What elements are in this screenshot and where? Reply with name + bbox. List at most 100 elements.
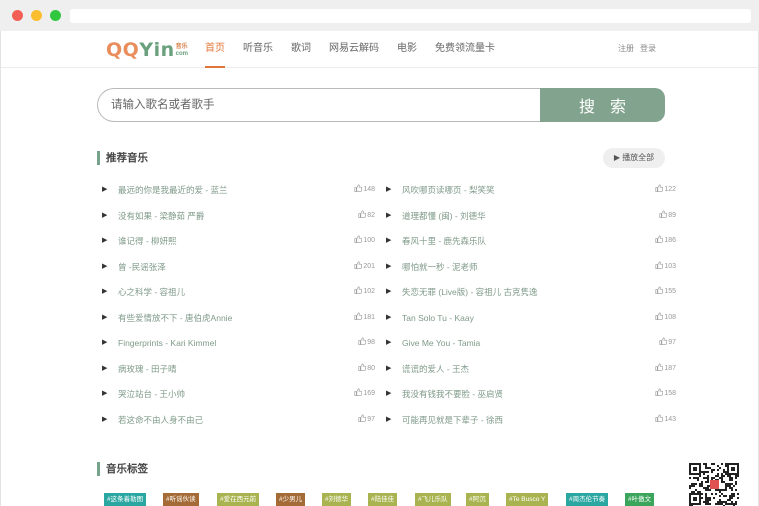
like-count[interactable]: 80 — [358, 361, 375, 377]
search-button[interactable]: 搜 索 — [540, 88, 665, 122]
tag-item[interactable]: #这条着勒图 — [104, 493, 147, 506]
song-item[interactable]: ▶ 没有如果 - 梁静茹 严爵 82 — [102, 208, 375, 224]
tag-item[interactable]: #阿沉 — [466, 493, 489, 506]
like-count[interactable]: 143 — [655, 412, 676, 428]
tag-item[interactable]: #刘德华 — [322, 493, 352, 506]
play-icon[interactable]: ▶ — [102, 182, 107, 198]
tag-item[interactable]: #飞儿乐队 — [415, 493, 451, 506]
play-icon[interactable]: ▶ — [386, 208, 391, 224]
song-title[interactable]: 谎谎的爱人 - 王杰 — [402, 361, 469, 377]
play-icon[interactable]: ▶ — [102, 310, 107, 326]
song-title[interactable]: 有些爱情放不下 - 唐伯虎Annie — [118, 310, 232, 326]
like-count[interactable]: 82 — [358, 208, 375, 224]
play-icon[interactable]: ▶ — [386, 386, 391, 402]
play-icon[interactable]: ▶ — [386, 361, 391, 377]
song-item[interactable]: ▶ 心之科学 - 容祖儿 102 — [102, 284, 375, 300]
song-item[interactable]: ▶ 谎谎的爱人 - 王杰 187 — [386, 361, 676, 377]
nav-item[interactable]: 首页 — [205, 31, 225, 68]
song-item[interactable]: ▶ Fingerprints - Kari Kimmel 98 — [102, 335, 375, 351]
site-logo[interactable]: QQYin 音乐 com — [106, 38, 188, 60]
like-count[interactable]: 98 — [358, 335, 375, 351]
tag-item[interactable]: #周杰伦节奏 — [566, 493, 609, 506]
song-item[interactable]: ▶ Give Me You - Tamia 97 — [386, 335, 676, 351]
song-item[interactable]: ▶ 有些爱情放不下 - 唐伯虎Annie 181 — [102, 310, 375, 326]
register-link[interactable]: 注册 — [618, 31, 634, 68]
play-icon[interactable]: ▶ — [386, 284, 391, 300]
song-item[interactable]: ▶ 哭泣站台 - 王小帅 169 — [102, 386, 375, 402]
search-input[interactable] — [97, 88, 542, 122]
play-all-button[interactable]: ▶ 播放全部 — [603, 148, 665, 168]
like-count[interactable]: 155 — [655, 284, 676, 300]
like-count[interactable]: 158 — [655, 386, 676, 402]
like-count[interactable]: 108 — [655, 310, 676, 326]
play-icon[interactable]: ▶ — [102, 412, 107, 428]
minimize-window-button[interactable] — [31, 10, 42, 21]
song-item[interactable]: ▶ 我没有钱我不要脸 - 巫启贤 158 — [386, 386, 676, 402]
like-count[interactable]: 102 — [354, 284, 375, 300]
song-item[interactable]: ▶ 最远的你是我最近的爱 - 蓝兰 148 — [102, 182, 375, 198]
play-icon[interactable]: ▶ — [102, 208, 107, 224]
like-count[interactable]: 97 — [358, 412, 375, 428]
like-count[interactable]: 100 — [354, 233, 375, 249]
song-title[interactable]: 哪怕就一秒 - 泥老师 — [402, 259, 478, 275]
tag-item[interactable]: #叶傲文 — [625, 493, 655, 506]
maximize-window-button[interactable] — [50, 10, 61, 21]
tag-item[interactable]: #爱在西元前 — [217, 493, 260, 506]
nav-item[interactable]: 歌词 — [291, 31, 311, 68]
nav-item[interactable]: 网易云解码 — [329, 31, 379, 68]
song-title[interactable]: 春风十里 - 鹿先森乐队 — [402, 233, 486, 249]
play-icon[interactable]: ▶ — [386, 233, 391, 249]
song-item[interactable]: ▶ 道理都懂 (闽) - 刘德华 89 — [386, 208, 676, 224]
song-item[interactable]: ▶ 风吹哪页读哪页 - 梨笑笑 122 — [386, 182, 676, 198]
tag-item[interactable]: #陆佳佳 — [368, 493, 398, 506]
play-icon[interactable]: ▶ — [386, 412, 391, 428]
close-window-button[interactable] — [12, 10, 23, 21]
like-count[interactable]: 201 — [354, 259, 375, 275]
play-icon[interactable]: ▶ — [102, 284, 107, 300]
play-icon[interactable]: ▶ — [102, 335, 107, 351]
play-icon[interactable]: ▶ — [102, 361, 107, 377]
song-item[interactable]: ▶ Tan Solo Tu - Kaay 108 — [386, 310, 676, 326]
song-title[interactable]: 我没有钱我不要脸 - 巫启贤 — [402, 386, 503, 402]
song-item[interactable]: ▶ 春风十里 - 鹿先森乐队 186 — [386, 233, 676, 249]
like-count[interactable]: 181 — [354, 310, 375, 326]
like-count[interactable]: 97 — [659, 335, 676, 351]
nav-item[interactable]: 听音乐 — [243, 31, 273, 68]
song-title[interactable]: 哭泣站台 - 王小帅 — [118, 386, 185, 402]
song-title[interactable]: 没有如果 - 梁静茹 严爵 — [118, 208, 204, 224]
song-item[interactable]: ▶ 谁记得 - 柳妍熙 100 — [102, 233, 375, 249]
song-item[interactable]: ▶ 曾 -民谣张泽 201 — [102, 259, 375, 275]
like-count[interactable]: 103 — [655, 259, 676, 275]
like-count[interactable]: 122 — [655, 182, 676, 198]
nav-item[interactable]: 免费领流量卡 — [435, 31, 495, 68]
login-link[interactable]: 登录 — [640, 31, 656, 68]
address-bar[interactable] — [70, 9, 751, 23]
song-title[interactable]: 谁记得 - 柳妍熙 — [118, 233, 177, 249]
song-title[interactable]: Fingerprints - Kari Kimmel — [118, 335, 216, 351]
play-icon[interactable]: ▶ — [386, 335, 391, 351]
song-title[interactable]: Give Me You - Tamia — [402, 335, 480, 351]
song-title[interactable]: 曾 -民谣张泽 — [118, 259, 166, 275]
song-title[interactable]: 风吹哪页读哪页 - 梨笑笑 — [402, 182, 495, 198]
play-icon[interactable]: ▶ — [102, 233, 107, 249]
like-count[interactable]: 186 — [655, 233, 676, 249]
like-count[interactable]: 148 — [354, 182, 375, 198]
like-count[interactable]: 169 — [354, 386, 375, 402]
song-item[interactable]: ▶ 哪怕就一秒 - 泥老师 103 — [386, 259, 676, 275]
song-item[interactable]: ▶ 病玫瑰 - 田子晴 80 — [102, 361, 375, 377]
song-title[interactable]: 心之科学 - 容祖儿 — [118, 284, 185, 300]
nav-item[interactable]: 电影 — [397, 31, 417, 68]
play-icon[interactable]: ▶ — [386, 310, 391, 326]
play-icon[interactable]: ▶ — [386, 182, 391, 198]
song-title[interactable]: 失恋无罪 (Live版) - 容祖儿 古克隽逸 — [402, 284, 538, 300]
play-icon[interactable]: ▶ — [386, 259, 391, 275]
tag-item[interactable]: #少男儿 — [276, 493, 306, 506]
song-title[interactable]: 最远的你是我最近的爱 - 蓝兰 — [118, 182, 228, 198]
like-count[interactable]: 187 — [655, 361, 676, 377]
song-title[interactable]: Tan Solo Tu - Kaay — [402, 310, 474, 326]
song-title[interactable]: 病玫瑰 - 田子晴 — [118, 361, 177, 377]
song-title[interactable]: 若这命不由人身不由己 — [118, 412, 203, 428]
song-title[interactable]: 可能再见就是下辈子 - 徐西 — [402, 412, 503, 428]
tag-item[interactable]: #听谣伙读 — [163, 493, 199, 506]
song-item[interactable]: ▶ 若这命不由人身不由己 97 — [102, 412, 375, 428]
